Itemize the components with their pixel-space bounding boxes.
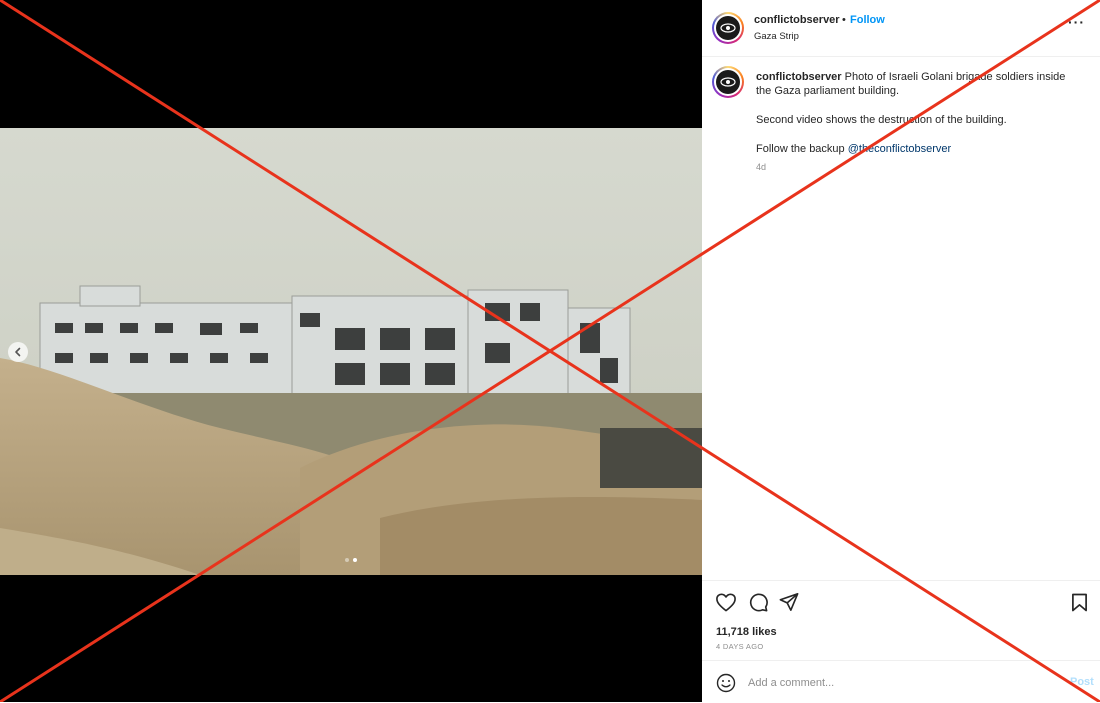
post-side-panel: conflictobserver • Follow Gaza Strip ···… — [702, 0, 1100, 702]
mention-link[interactable]: @theconflictobserver — [848, 143, 952, 155]
post-header: conflictobserver • Follow Gaza Strip ··· — [702, 0, 1100, 57]
post-media[interactable] — [0, 0, 702, 702]
header-separator: • — [842, 14, 846, 26]
caption-username[interactable]: conflictobserver — [756, 71, 842, 83]
carousel-dot — [345, 558, 349, 562]
caption-avatar[interactable] — [712, 66, 744, 98]
comment-bar: Post — [702, 660, 1100, 703]
bookmark-icon[interactable] — [1071, 593, 1088, 612]
carousel-dot-active — [353, 558, 357, 562]
chevron-left-icon — [15, 347, 21, 357]
eye-logo-icon — [720, 77, 736, 87]
likes-count[interactable]: 11,718 likes — [716, 626, 777, 638]
emoji-icon[interactable] — [716, 673, 736, 693]
share-icon[interactable] — [779, 592, 799, 612]
header-username[interactable]: conflictobserver — [754, 14, 840, 26]
comment-icon[interactable] — [748, 592, 768, 612]
caption-timestamp: 4d — [756, 162, 767, 172]
carousel-indicator — [345, 558, 357, 562]
caption-line3-prefix: Follow the backup — [756, 143, 848, 155]
post-caption: conflictobserver Photo of Israeli Golani… — [756, 70, 1076, 171]
eye-logo-icon — [720, 23, 736, 33]
location-link[interactable]: Gaza Strip — [754, 31, 799, 42]
caption-line2: Second video shows the destruction of th… — [756, 114, 1007, 126]
actions-divider — [702, 580, 1100, 581]
comment-input[interactable] — [746, 672, 1050, 694]
post-date: 4 DAYS AGO — [716, 642, 764, 651]
follow-button[interactable]: Follow — [850, 14, 885, 26]
avatar[interactable] — [712, 12, 744, 44]
post-photo — [0, 128, 702, 575]
heart-icon[interactable] — [715, 592, 737, 612]
carousel-prev-button[interactable] — [8, 342, 28, 362]
more-icon[interactable]: ··· — [1068, 14, 1085, 30]
post-comment-button[interactable]: Post — [1070, 676, 1094, 688]
